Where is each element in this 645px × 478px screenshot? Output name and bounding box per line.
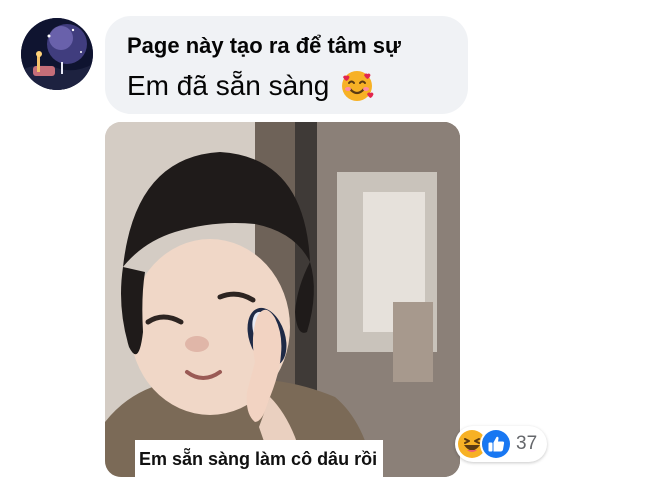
smiling-face-with-hearts-icon <box>339 68 375 104</box>
like-icon <box>482 430 510 458</box>
commenter-name[interactable]: Page này tạo ra để tâm sự <box>127 32 448 60</box>
reaction-count: 37 <box>516 433 538 454</box>
comment-text: Em đã sẵn sàng <box>127 70 330 101</box>
comment-body: Em đã sẵn sàng <box>127 68 448 104</box>
comment-bubble: Page này tạo ra để tâm sự Em đã sẵn sàng <box>105 16 468 114</box>
reactions-summary[interactable]: 37 <box>455 426 548 462</box>
attached-photo[interactable]: Em sẵn sàng làm cô dâu rồi <box>105 122 460 477</box>
commenter-avatar[interactable] <box>21 18 93 90</box>
image-caption: Em sẵn sàng làm cô dâu rồi <box>135 440 384 477</box>
